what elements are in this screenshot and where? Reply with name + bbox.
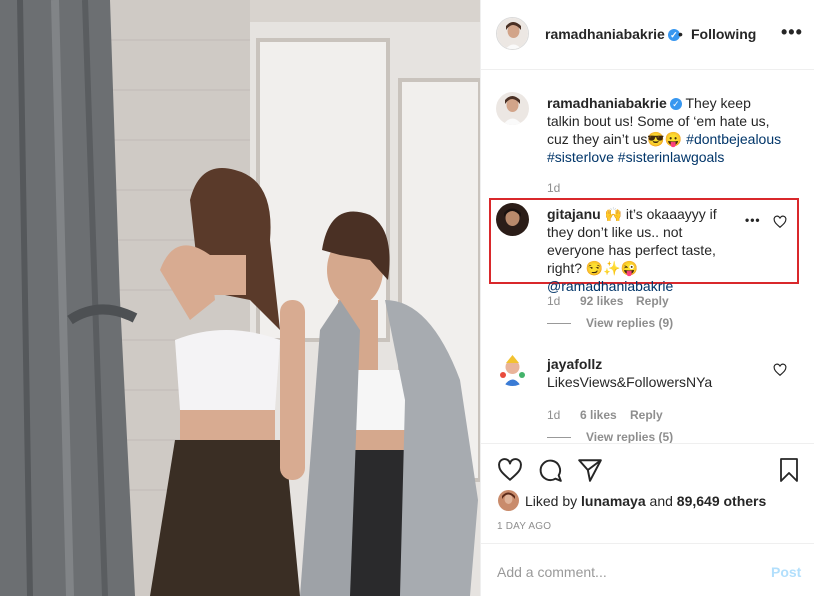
liked-by-connector: and bbox=[649, 493, 673, 509]
comment-icon[interactable] bbox=[537, 457, 563, 483]
post-sidebar: ramadhaniabakrie ✓ • Following ••• ramadh… bbox=[480, 0, 814, 596]
comment-avatar[interactable] bbox=[496, 353, 529, 386]
post-photo-image bbox=[0, 0, 480, 596]
caption: ramadhaniabakrie ✓ They keep talkin bout … bbox=[547, 94, 787, 166]
liked-by: Liked by lunamaya and 89,649 others bbox=[525, 493, 766, 509]
comment-1-username[interactable]: gitajanu bbox=[547, 206, 601, 222]
post-header: ramadhaniabakrie ✓ • Following ••• bbox=[481, 0, 814, 70]
caption-avatar[interactable] bbox=[496, 92, 529, 125]
comment-2-likes[interactable]: 6 likes bbox=[580, 408, 617, 422]
heart-icon[interactable] bbox=[497, 457, 523, 483]
liked-by-prefix: Liked by bbox=[525, 493, 578, 509]
comment-1-reply[interactable]: Reply bbox=[636, 294, 669, 308]
comment-2-view-replies[interactable]: View replies (5) bbox=[586, 430, 673, 443]
comment-1-age[interactable]: 1d bbox=[547, 294, 560, 308]
comment-1-likes[interactable]: 92 likes bbox=[580, 294, 623, 308]
comment-2-username[interactable]: jayafollz bbox=[547, 356, 602, 372]
comment-1-likes-text[interactable]: 92 likes bbox=[580, 294, 623, 308]
add-comment-input[interactable]: Add a comment... bbox=[497, 564, 607, 580]
comment-like-heart-icon[interactable] bbox=[773, 363, 787, 377]
comment-2: jayafollz LikesViews&FollowersNYa bbox=[547, 355, 767, 391]
post-timestamp[interactable]: 1 DAY AGO bbox=[497, 521, 551, 532]
comments-list[interactable]: ramadhaniabakrie ✓ They keep talkin bout … bbox=[481, 71, 814, 443]
author-avatar[interactable] bbox=[496, 17, 529, 50]
comment-1-mention[interactable]: @ramadhaniabakrie bbox=[547, 278, 673, 294]
comment-avatar[interactable] bbox=[496, 203, 529, 236]
bookmark-icon[interactable] bbox=[777, 457, 801, 483]
caption-emojis: 😎😛 bbox=[647, 131, 683, 147]
post-photo[interactable] bbox=[0, 0, 480, 596]
comment-1-view-replies-text[interactable]: View replies (9) bbox=[586, 316, 673, 330]
comment-more-icon[interactable]: ••• bbox=[745, 213, 761, 227]
comment-1: gitajanu 🙌 it’s okaaayyy if they don’t l… bbox=[547, 205, 737, 295]
comment-like-heart-icon[interactable] bbox=[773, 215, 787, 229]
comment-1-view-replies[interactable]: View replies (9) bbox=[586, 316, 673, 330]
caption-username[interactable]: ramadhaniabakrie bbox=[547, 95, 667, 111]
liked-by-count[interactable]: 89,649 others bbox=[677, 493, 767, 509]
comment-1-emoji-tail: 😏✨😜 bbox=[585, 260, 639, 276]
liked-by-user[interactable]: lunamaya bbox=[581, 493, 646, 509]
more-icon[interactable]: ••• bbox=[781, 22, 803, 43]
header-separator: • bbox=[678, 26, 683, 42]
comment-2-reply[interactable]: Reply bbox=[630, 408, 663, 422]
post-comment-button[interactable]: Post bbox=[771, 564, 801, 580]
liked-by-avatar[interactable] bbox=[498, 490, 519, 511]
replies-divider bbox=[547, 437, 571, 438]
author-username-wrap[interactable]: ramadhaniabakrie ✓ bbox=[545, 26, 680, 42]
comment-2-likes-text[interactable]: 6 likes bbox=[580, 408, 617, 422]
comment-1-reply-text[interactable]: Reply bbox=[636, 294, 669, 308]
following-button[interactable]: Following bbox=[691, 26, 756, 42]
share-icon[interactable] bbox=[577, 457, 603, 483]
add-comment-bar: Add a comment... Post bbox=[481, 543, 814, 596]
replies-divider bbox=[547, 323, 571, 324]
comment-2-reply-text[interactable]: Reply bbox=[630, 408, 663, 422]
comment-2-age[interactable]: 1d bbox=[547, 408, 560, 422]
comment-2-text: LikesViews&FollowersNYa bbox=[547, 374, 713, 390]
author-username[interactable]: ramadhaniabakrie bbox=[545, 26, 665, 42]
caption-age[interactable]: 1d bbox=[547, 181, 560, 195]
comment-1-emoji-lead: 🙌 bbox=[604, 206, 622, 222]
verified-icon: ✓ bbox=[669, 98, 682, 110]
comment-2-view-replies-text[interactable]: View replies (5) bbox=[586, 430, 673, 443]
